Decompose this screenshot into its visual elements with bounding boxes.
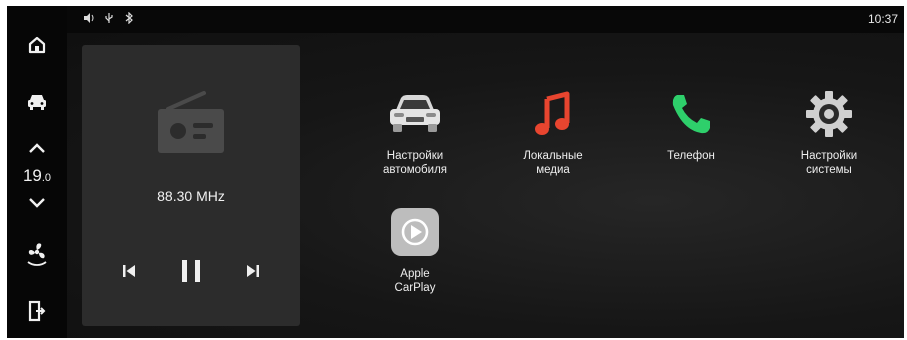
seat-exit-button[interactable] — [7, 298, 67, 324]
previous-button[interactable] — [116, 258, 142, 284]
music-note-icon — [523, 87, 583, 141]
app-car-settings[interactable]: Настройки автомобиля — [350, 87, 480, 177]
carplay-icon — [385, 205, 445, 259]
fan-icon — [27, 243, 47, 266]
fan-button[interactable] — [7, 240, 67, 270]
temperature-up-button[interactable] — [7, 140, 67, 156]
main-area: 88.30 MHz Настройки автомобиля Локальные… — [67, 33, 904, 338]
phone-icon — [661, 87, 721, 141]
chevron-down-icon — [29, 198, 45, 208]
usb-icon — [103, 11, 115, 25]
temperature-readout: 19.0 — [7, 166, 67, 186]
home-icon — [28, 36, 46, 54]
gear-icon — [799, 87, 859, 141]
previous-icon — [123, 265, 135, 277]
temperature-decimal: .0 — [41, 172, 52, 184]
radio-frequency: 88.30 MHz — [157, 188, 225, 204]
sidebar: 19.0 — [7, 6, 67, 338]
pause-icon — [182, 260, 200, 282]
app-apple-carplay[interactable]: Apple CarPlay — [350, 205, 480, 295]
head-unit-screen: 19.0 10:37 88.30 MHz Настройки автомобил… — [7, 6, 904, 338]
car-button[interactable] — [7, 90, 67, 114]
volume-icon — [83, 11, 95, 25]
app-label: Телефон — [667, 150, 715, 162]
clock: 10:37 — [867, 12, 898, 26]
car-front-icon — [385, 87, 445, 141]
app-label: Локальные медиа — [523, 150, 583, 176]
app-label: Настройки системы — [800, 150, 858, 176]
seat-exit-icon — [28, 300, 46, 322]
pause-button[interactable] — [176, 258, 206, 284]
app-local-media[interactable]: Локальные медиа — [488, 87, 618, 177]
radio-icon — [158, 91, 224, 153]
next-icon — [247, 265, 259, 277]
app-phone[interactable]: Телефон — [626, 87, 756, 163]
temperature-value: 19 — [22, 166, 42, 185]
app-system-settings[interactable]: Настройки системы — [764, 87, 894, 177]
temperature-down-button[interactable] — [7, 194, 67, 210]
bluetooth-icon — [123, 11, 135, 25]
app-label: Apple CarPlay — [394, 268, 436, 294]
app-label: Настройки автомобиля — [382, 150, 448, 176]
status-bar: 10:37 — [67, 6, 904, 33]
car-icon — [28, 95, 46, 110]
home-button[interactable] — [7, 32, 67, 58]
next-button[interactable] — [240, 258, 266, 284]
status-icons — [83, 11, 135, 25]
chevron-up-icon — [29, 143, 45, 153]
radio-widget[interactable]: 88.30 MHz — [82, 45, 300, 326]
